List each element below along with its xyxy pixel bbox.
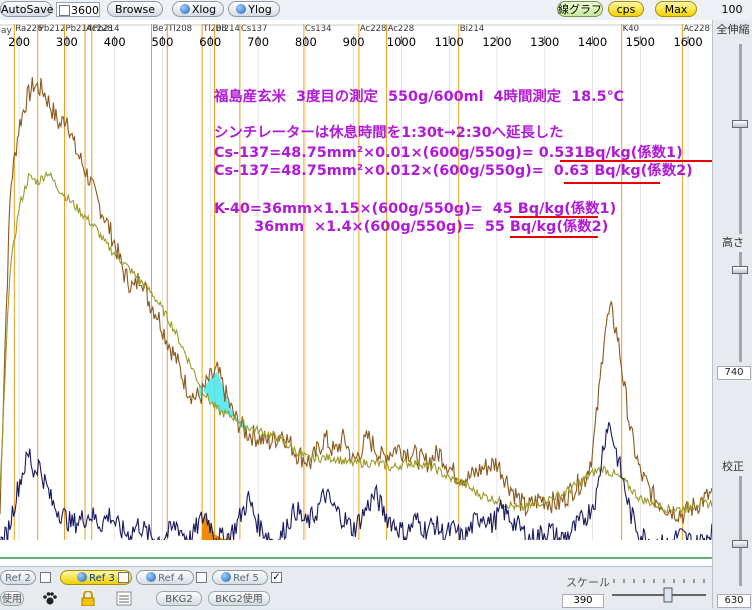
max-value: 100 — [721, 3, 743, 16]
scale-slider[interactable] — [610, 575, 708, 605]
ylog-label: Ylog — [248, 3, 272, 16]
isotope-marker-label: Ac228 — [360, 24, 387, 34]
isotope-marker-label: Cs134 — [305, 24, 332, 34]
count-value: 3600 — [71, 4, 99, 17]
x-tick-label: 1300 — [530, 35, 559, 49]
ref3-checkbox[interactable] — [118, 572, 129, 583]
ref4-radio-icon — [146, 572, 157, 582]
zoom-all-label: 全伸縮 — [716, 23, 750, 36]
ref4-checkbox[interactable] — [196, 572, 207, 583]
xlog-label: Xlog — [191, 3, 217, 16]
ref2-checkbox[interactable] — [40, 572, 51, 583]
count-checkbox[interactable] — [59, 5, 70, 16]
underline-cs137-1 — [560, 160, 712, 162]
ref2-button[interactable]: Ref 2 — [0, 570, 36, 585]
browse-button[interactable]: Browse — [107, 1, 163, 17]
isotope-marker-label: Ac228 — [683, 24, 710, 34]
isotope-marker-label: Ac228 — [388, 24, 415, 34]
calibration-slider-track[interactable] — [739, 476, 742, 586]
annotation-line-1: 福島産玄米 3度目の測定 550g/600ml 4時間測定 18.5℃ — [214, 89, 625, 105]
underline-k40-1 — [510, 216, 598, 218]
ref3-radio-icon — [77, 572, 88, 582]
isotope-marker-label: Bi214 — [216, 24, 240, 34]
ref5-button[interactable]: Ref 5 — [212, 570, 268, 585]
ref5-check-icon: ✓ — [272, 572, 281, 583]
height-value: 740 — [717, 366, 751, 380]
paw-icon[interactable] — [42, 591, 58, 606]
measure-time-input[interactable]: 3600 — [56, 2, 100, 17]
scale-value: 390 — [562, 594, 604, 608]
x-tick-label: 900 — [343, 35, 365, 49]
x-tick-label: 400 — [104, 35, 126, 49]
isotope-marker-label: Be7 — [152, 24, 168, 34]
zoom-slider-thumb[interactable] — [732, 120, 748, 128]
isotope-marker-label: Cs137 — [241, 24, 268, 34]
ref5-radio-icon — [221, 572, 232, 582]
ref2-label: Ref 2 — [5, 573, 31, 584]
autosave-button[interactable]: AutoSave — [0, 1, 54, 17]
bottom-bar: Ref 2 Ref 3 Ref 4 Ref 5 ✓ 使用 BKG2 BKG2使用… — [0, 566, 712, 609]
underline-k40-2 — [510, 236, 598, 238]
annotation-line-4: Cs-137=48.75mm²×0.012×(600g/550g)= 0.63 … — [214, 163, 693, 179]
underline-cs137-2 — [564, 182, 660, 184]
xlog-radio-icon — [179, 4, 190, 14]
line-graph-button[interactable]: 線グラフ — [557, 1, 603, 17]
isotope-marker-label: Bi214 — [460, 24, 484, 34]
x-tick-label: 200 — [8, 35, 30, 49]
x-tick-label: 1500 — [626, 35, 655, 49]
x-tick-label: 800 — [295, 35, 317, 49]
x-tick-label: 1000 — [387, 35, 416, 49]
annotation-line-6: 36mm ×1.4×(600g/550g)= 55 Bq/kg(係数2) — [214, 219, 609, 235]
bkg2-use-button[interactable]: BKG2使用 — [208, 591, 270, 606]
right-panel: 全伸縮 高さ 740 校正 630 — [712, 20, 752, 608]
calibration-label: 校正 — [722, 460, 744, 473]
isotope-marker-label: Tl208 — [167, 24, 192, 34]
annotation-line-2: シンチレーターは休息時間を1:30t→2:30へ延長した — [214, 125, 564, 141]
ref5-checkbox[interactable]: ✓ — [271, 572, 282, 583]
isotope-marker-label: K40 — [623, 24, 639, 34]
use-button[interactable]: 使用 — [0, 591, 24, 606]
annotation-block: 福島産玄米 3度目の測定 550g/600ml 4時間測定 18.5℃ シンチレ… — [210, 88, 712, 286]
x-tick-label: 300 — [56, 35, 78, 49]
isotope-marker-label: Pb212 — [39, 24, 66, 34]
bkg2-button[interactable]: BKG2 — [156, 591, 202, 606]
toolbar: AutoSave 3600 Browse Xlog Ylog 線グラフ cps … — [0, 0, 752, 21]
ref4-label: Ref 4 — [158, 573, 184, 584]
ref4-button[interactable]: Ref 4 — [136, 570, 194, 585]
calibration-value: 630 — [717, 594, 751, 608]
x-tick-label: 1400 — [578, 35, 607, 49]
lock-icon[interactable] — [80, 590, 96, 607]
calibration-slider-thumb[interactable] — [732, 540, 748, 548]
x-tick-label: 700 — [247, 35, 269, 49]
zoom-slider-track[interactable] — [739, 44, 742, 234]
x-tick-label: 1600 — [673, 35, 702, 49]
list-icon[interactable] — [116, 591, 132, 606]
scale-label: スケール — [566, 576, 610, 589]
ylog-toggle[interactable]: Ylog — [228, 1, 280, 17]
x-tick-label: 600 — [199, 35, 221, 49]
max-button[interactable]: Max — [655, 1, 697, 17]
ref5-label: Ref 5 — [233, 573, 259, 584]
x-tick-label: 1200 — [482, 35, 511, 49]
ref3-label: Ref 3 — [89, 573, 115, 584]
isotope-marker-label: Pb214 — [93, 24, 120, 34]
cps-button[interactable]: cps — [608, 1, 644, 17]
chart-bottom-strip — [0, 540, 712, 566]
height-slider-thumb[interactable] — [732, 266, 748, 274]
height-label: 高さ — [722, 236, 744, 249]
ylog-radio-icon — [236, 4, 247, 14]
xlog-toggle[interactable]: Xlog — [172, 1, 224, 17]
x-tick-label: 500 — [151, 35, 173, 49]
x-tick-label: 1100 — [435, 35, 464, 49]
